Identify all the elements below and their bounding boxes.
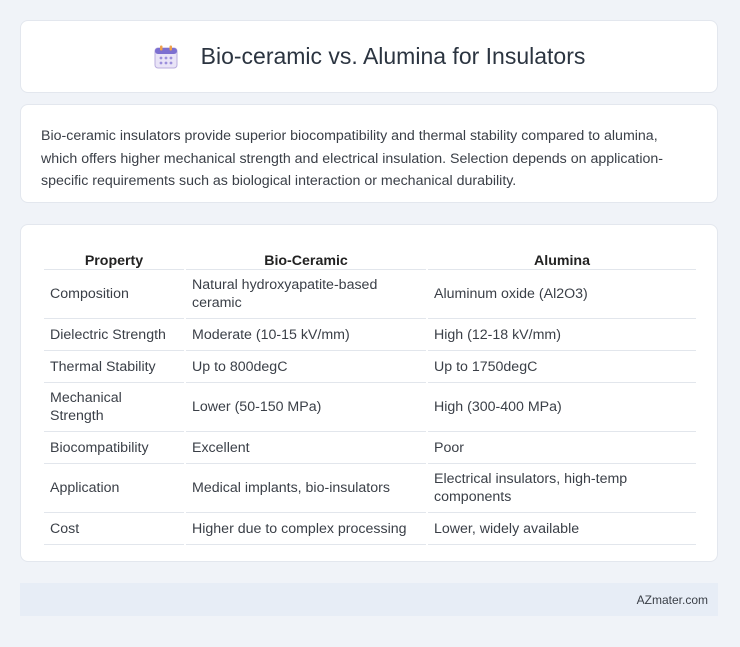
table-cell: High (12-18 kV/mm) bbox=[428, 319, 696, 351]
footer-source-link[interactable]: AZmater.com bbox=[637, 593, 708, 607]
table-cell: Moderate (10-15 kV/mm) bbox=[186, 319, 426, 351]
table-cell: Natural hydroxyapatite-based ceramic bbox=[186, 270, 426, 319]
table-cell: Mechanical Strength bbox=[44, 383, 184, 432]
table-cell: Up to 1750degC bbox=[428, 351, 696, 383]
table-cell: Aluminum oxide (Al2O3) bbox=[428, 270, 696, 319]
calendar-icon bbox=[154, 45, 178, 68]
table-row: Thermal Stability Up to 800degC Up to 17… bbox=[44, 351, 696, 383]
header-bio-ceramic: Bio-Ceramic bbox=[186, 245, 426, 270]
table-cell: Excellent bbox=[186, 432, 426, 464]
table-row: Cost Higher due to complex processing Lo… bbox=[44, 513, 696, 545]
table-cell: Medical implants, bio-insulators bbox=[186, 464, 426, 513]
table-row: Composition Natural hydroxyapatite-based… bbox=[44, 270, 696, 319]
table-cell: Dielectric Strength bbox=[44, 319, 184, 351]
title-card: Bio-ceramic vs. Alumina for Insulators bbox=[20, 20, 718, 93]
table-cell: Poor bbox=[428, 432, 696, 464]
table-cell: High (300-400 MPa) bbox=[428, 383, 696, 432]
page-title: Bio-ceramic vs. Alumina for Insulators bbox=[200, 43, 586, 69]
footer: AZmater.com bbox=[20, 583, 718, 616]
table-row: Application Medical implants, bio-insula… bbox=[44, 464, 696, 513]
table-cell: Lower (50-150 MPa) bbox=[186, 383, 426, 432]
table-cell: Thermal Stability bbox=[44, 351, 184, 383]
header-property: Property bbox=[44, 245, 184, 270]
table-cell: Biocompatibility bbox=[44, 432, 184, 464]
table-cell: Cost bbox=[44, 513, 184, 545]
table-row: Mechanical Strength Lower (50-150 MPa) H… bbox=[44, 383, 696, 432]
table-row: Dielectric Strength Moderate (10-15 kV/m… bbox=[44, 319, 696, 351]
table-cell: Higher due to complex processing bbox=[186, 513, 426, 545]
table-header-row: Property Bio-Ceramic Alumina bbox=[44, 245, 696, 270]
table-cell: Composition bbox=[44, 270, 184, 319]
summary-card: Bio-ceramic insulators provide superior … bbox=[20, 104, 718, 203]
header-alumina: Alumina bbox=[428, 245, 696, 270]
table-cell: Application bbox=[44, 464, 184, 513]
table-row: Biocompatibility Excellent Poor bbox=[44, 432, 696, 464]
table-cell: Up to 800degC bbox=[186, 351, 426, 383]
table-cell: Lower, widely available bbox=[428, 513, 696, 545]
table-card: Property Bio-Ceramic Alumina Composition… bbox=[20, 224, 718, 562]
table-cell: Electrical insulators, high-temp compone… bbox=[428, 464, 696, 513]
comparison-table: Property Bio-Ceramic Alumina Composition… bbox=[42, 245, 698, 545]
summary-text: Bio-ceramic insulators provide superior … bbox=[41, 128, 663, 189]
